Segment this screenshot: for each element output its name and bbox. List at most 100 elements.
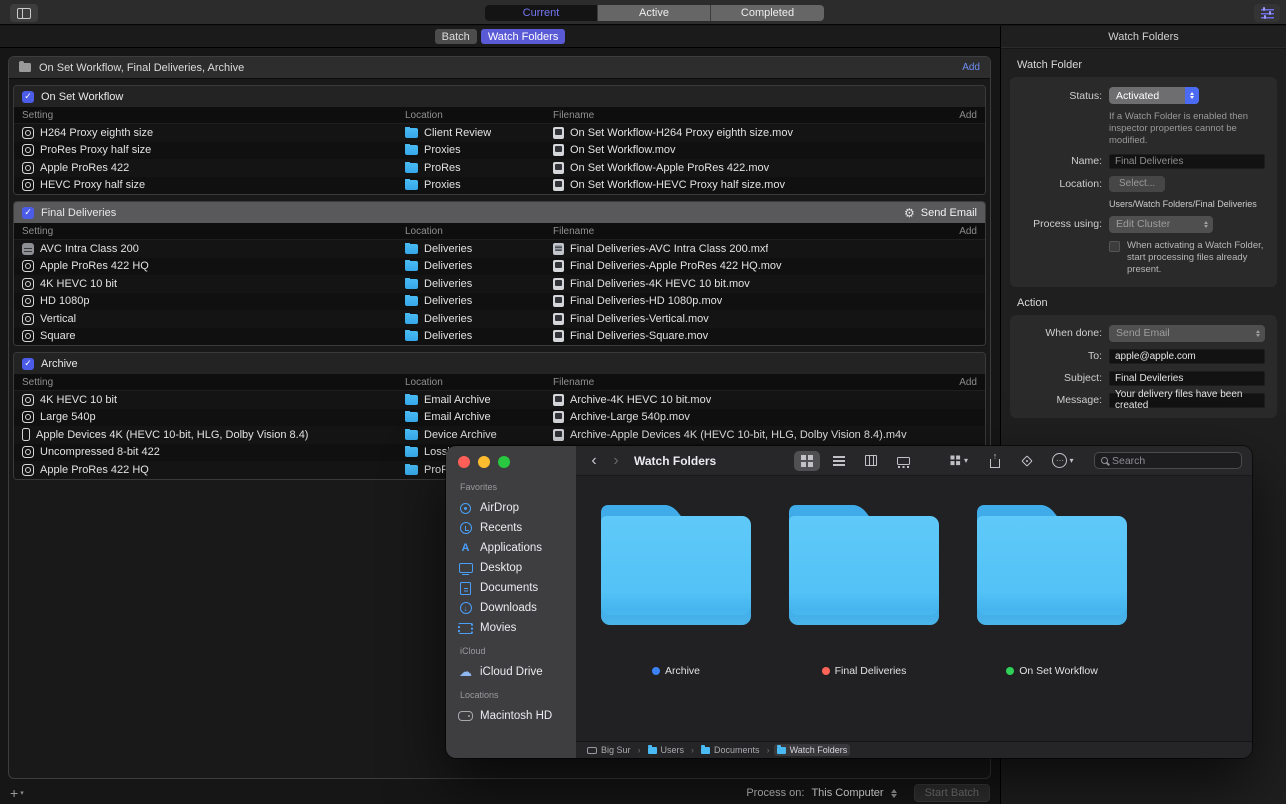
location-select-button[interactable]: Select... — [1109, 176, 1165, 192]
table-row[interactable]: 4K HEVC 10 bitDeliveriesFinal Deliveries… — [14, 275, 985, 293]
dropdown-stepper-icon — [1185, 87, 1199, 104]
tag-dot — [822, 667, 830, 675]
subject-field[interactable]: Final Devileries — [1109, 371, 1265, 386]
folder-archive[interactable]: Archive — [600, 505, 752, 741]
table-row[interactable]: HEVC Proxy half sizeProxiesOn Set Workfl… — [14, 177, 985, 195]
chevron-down-icon: ▾ — [964, 456, 968, 465]
segment-active[interactable]: Active — [598, 5, 711, 21]
tag-button[interactable] — [1014, 451, 1040, 471]
group-action-button[interactable]: ⚙Send Email — [904, 207, 977, 219]
add-row-button[interactable]: Add — [941, 226, 977, 237]
table-row[interactable]: Apple ProRes 422 HQDeliveriesFinal Deliv… — [14, 258, 985, 276]
table-row[interactable]: SquareDeliveriesFinal Deliveries-Square.… — [14, 328, 985, 346]
table-row[interactable]: Apple ProRes 422ProResOn Set Workflow-Ap… — [14, 159, 985, 177]
process-using-dropdown[interactable]: Edit Cluster — [1109, 216, 1213, 233]
process-existing-checkbox-label: When activating a Watch Folder, start pr… — [1127, 240, 1269, 277]
sidebar-item-movies[interactable]: Movies — [458, 618, 576, 638]
table-row[interactable]: 4K HEVC 10 bitEmail ArchiveArchive-4K HE… — [14, 391, 985, 409]
to-field[interactable]: apple@apple.com — [1109, 349, 1265, 364]
zoom-window-button[interactable] — [498, 456, 510, 468]
sidebar-item-icloud-drive[interactable]: iCloud Drive — [458, 662, 576, 682]
table-row[interactable]: AVC Intra Class 200DeliveriesFinal Deliv… — [14, 240, 985, 258]
table-row[interactable]: H264 Proxy eighth sizeClient ReviewOn Se… — [14, 124, 985, 142]
sidebar-item-downloads[interactable]: Downloads — [458, 598, 576, 618]
inspector-toggle-button[interactable] — [1254, 4, 1280, 22]
filename-text: On Set Workflow-Apple ProRes 422.mov — [570, 162, 769, 174]
view-as-gallery-button[interactable] — [890, 451, 916, 471]
sidebar-item-recents[interactable]: Recents — [458, 518, 576, 538]
column-setting: Setting — [22, 110, 405, 121]
message-field[interactable]: Your delivery files have been created — [1109, 393, 1265, 408]
sidebar-item-macintosh-hd[interactable]: Macintosh HD — [458, 706, 576, 726]
location-cell: Client Review — [405, 127, 553, 139]
sidebar-item-desktop[interactable]: Desktop — [458, 558, 576, 578]
folder-on-set-workflow[interactable]: On Set Workflow — [976, 505, 1128, 741]
process-using-value: Edit Cluster — [1116, 218, 1170, 230]
add-row-button[interactable]: Add — [941, 377, 977, 388]
start-batch-button[interactable]: Start Batch — [914, 784, 990, 802]
tab-watch-folders[interactable]: Watch Folders — [481, 29, 566, 44]
finder-window-title: Watch Folders — [634, 454, 716, 468]
group-header[interactable]: On Set Workflow — [14, 86, 985, 107]
group-checkbox[interactable] — [22, 207, 34, 219]
finder-content: Archive Final Deliveries On Set Workflow — [576, 476, 1252, 741]
folder-label: Final Deliveries — [822, 665, 907, 677]
group-checkbox[interactable] — [22, 91, 34, 103]
group-checkbox[interactable] — [22, 358, 34, 370]
sidebar-toggle-button[interactable] — [10, 4, 38, 22]
icloud-icon — [458, 664, 473, 680]
view-as-list-button[interactable] — [826, 451, 852, 471]
setting-cell: Apple ProRes 422 — [22, 162, 405, 174]
view-as-columns-button[interactable] — [858, 451, 884, 471]
path-label: Big Sur — [601, 745, 631, 755]
back-button[interactable]: ‹ — [586, 453, 602, 469]
segment-current[interactable]: Current — [485, 5, 598, 21]
table-row[interactable]: Large 540pEmail ArchiveArchive-Large 540… — [14, 409, 985, 427]
file-icon — [553, 429, 564, 441]
message-label: Message: — [1014, 394, 1102, 406]
when-done-value: Send Email — [1116, 327, 1170, 339]
location-name: Deliveries — [424, 278, 472, 290]
filename-text: On Set Workflow.mov — [570, 144, 676, 156]
folder-icon — [405, 261, 418, 271]
table-row[interactable]: HD 1080pDeliveriesFinal Deliveries-HD 10… — [14, 293, 985, 311]
close-window-button[interactable] — [458, 456, 470, 468]
sidebar-item-airdrop[interactable]: AirDrop — [458, 498, 576, 518]
group-by-button[interactable]: ▾ — [942, 451, 976, 471]
add-watch-folder-button[interactable]: Add — [962, 62, 980, 73]
folder-final-deliveries[interactable]: Final Deliveries — [788, 505, 940, 741]
folder-name: Final Deliveries — [835, 665, 907, 677]
path-item[interactable]: Users — [645, 744, 688, 756]
minimize-window-button[interactable] — [478, 456, 490, 468]
table-row[interactable]: Apple Devices 4K (HEVC 10-bit, HLG, Dolb… — [14, 426, 985, 444]
gear-icon: ⚙ — [904, 207, 915, 219]
when-done-dropdown[interactable]: Send Email — [1109, 325, 1265, 342]
view-as-icons-button[interactable] — [794, 451, 820, 471]
share-button[interactable] — [982, 451, 1008, 471]
group-header[interactable]: Archive — [14, 353, 985, 374]
tab-batch[interactable]: Batch — [435, 29, 477, 44]
process-on-value[interactable]: This Computer — [811, 787, 883, 799]
add-button[interactable]: + ▾ — [10, 786, 24, 800]
status-dropdown[interactable]: Activated — [1109, 87, 1199, 104]
table-row[interactable]: ProRes Proxy half sizeProxiesOn Set Work… — [14, 142, 985, 160]
file-icon — [553, 411, 564, 423]
process-existing-checkbox[interactable] — [1109, 241, 1120, 252]
table-row[interactable]: VerticalDeliveriesFinal Deliveries-Verti… — [14, 310, 985, 328]
segment-completed[interactable]: Completed — [711, 5, 824, 21]
path-item[interactable]: Big Sur — [584, 744, 634, 756]
forward-button[interactable]: › — [608, 453, 624, 469]
process-on-stepper[interactable] — [891, 789, 897, 798]
add-row-button[interactable]: Add — [941, 110, 977, 121]
path-item[interactable]: Documents — [698, 744, 763, 756]
sidebar-item-documents[interactable]: Documents — [458, 578, 576, 598]
filename-text: Final Deliveries-Apple ProRes 422 HQ.mov — [570, 260, 782, 272]
search-input[interactable]: Search — [1094, 452, 1242, 469]
path-item[interactable]: Watch Folders — [774, 744, 851, 756]
name-field[interactable]: Final Deliveries — [1109, 154, 1265, 169]
group-header[interactable]: Final Deliveries⚙Send Email — [14, 202, 985, 223]
folder-icon — [405, 296, 418, 306]
filename-cell: Final Deliveries-AVC Intra Class 200.mxf — [553, 243, 941, 255]
sidebar-item-applications[interactable]: Applications — [458, 538, 576, 558]
more-actions-button[interactable]: ···▾ — [1046, 451, 1080, 471]
